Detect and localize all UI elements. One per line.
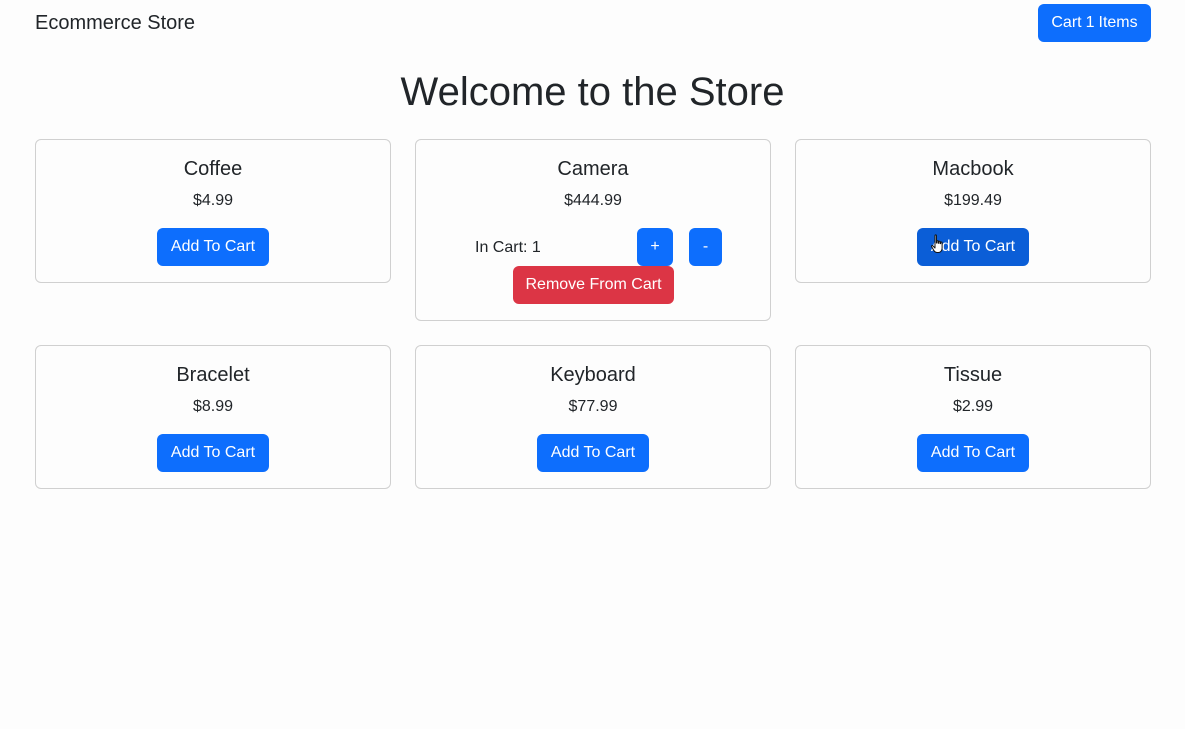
product-card-coffee: Coffee $4.99 Add To Cart (35, 139, 391, 283)
remove-from-cart-button[interactable]: Remove From Cart (513, 266, 674, 304)
cart-button[interactable]: Cart 1 Items (1038, 4, 1151, 42)
cart-button-label: Cart (1051, 14, 1082, 31)
product-name: Camera (557, 158, 629, 180)
in-cart-quantity: In Cart: 1 (475, 239, 541, 256)
product-card-tissue: Tissue $2.99 Add To Cart (795, 345, 1151, 489)
increase-quantity-button[interactable]: + (637, 228, 673, 266)
product-card-bracelet: Bracelet $8.99 Add To Cart (35, 345, 391, 489)
product-card-macbook: Macbook $199.49 Add To Cart (795, 139, 1151, 283)
product-card-camera: Camera $444.99 In Cart: 1 + - Remove Fro… (415, 139, 771, 321)
product-name: Tissue (943, 364, 1003, 386)
product-price: $199.49 (944, 192, 1002, 209)
cart-count: 1 (1085, 14, 1095, 31)
product-price: $77.99 (568, 398, 618, 415)
product-price: $8.99 (192, 398, 234, 415)
add-to-cart-button[interactable]: Add To Cart (537, 434, 649, 472)
decrease-quantity-button[interactable]: - (689, 228, 722, 266)
product-name: Keyboard (550, 364, 636, 386)
product-card-keyboard: Keyboard $77.99 Add To Cart (415, 345, 771, 489)
add-to-cart-button[interactable]: Add To Cart (917, 228, 1029, 266)
page-title: Welcome to the Store (400, 70, 785, 114)
product-name: Coffee (183, 158, 243, 180)
product-name: Macbook (932, 158, 1014, 180)
product-name: Bracelet (176, 364, 250, 386)
brand-link[interactable]: Ecommerce Store (35, 11, 195, 36)
cart-button-suffix: Items (1098, 14, 1138, 31)
product-price: $4.99 (192, 192, 234, 209)
add-to-cart-button[interactable]: Add To Cart (157, 228, 269, 266)
add-to-cart-button[interactable]: Add To Cart (157, 434, 269, 472)
add-to-cart-button[interactable]: Add To Cart (917, 434, 1029, 472)
product-price: $2.99 (952, 398, 994, 415)
navbar: Ecommerce Store Cart 1 Items (0, 0, 1185, 47)
product-price: $444.99 (564, 192, 622, 209)
